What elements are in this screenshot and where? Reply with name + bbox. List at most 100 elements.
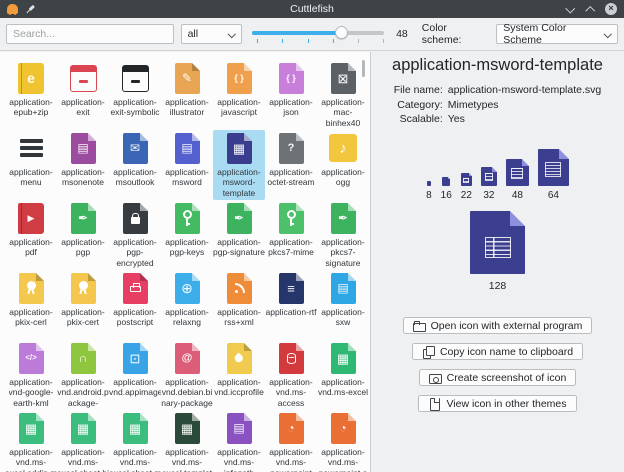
- grid-item-application-vnd.ms-access[interactable]: application- vnd.ms- access: [265, 340, 317, 410]
- grid-item-application-pkix-cert[interactable]: application- pkix-cert: [57, 270, 109, 340]
- grid-item-application-illustrator[interactable]: ✎application- illustrator: [161, 60, 213, 130]
- grid-item-application-exit-symbolic[interactable]: application- exit-symbolic: [109, 60, 161, 130]
- large-preview: 128: [470, 211, 525, 292]
- action-buttons: Open icon with external program Copy icon…: [403, 317, 593, 412]
- icon-label: application-rtf: [265, 307, 316, 317]
- clipboard-action-button[interactable]: Copy icon name to clipboard: [412, 343, 583, 360]
- grid-item-application-msword-template[interactable]: ▦application- msword- template: [213, 130, 265, 200]
- toolbar: all 48 Color scheme: System Color Scheme: [0, 18, 624, 51]
- icon-label: application- vnd.ms- excel.sheet.bi: [57, 447, 109, 472]
- close-button[interactable]: ×: [605, 3, 617, 15]
- grid-item-application-exit[interactable]: application- exit: [57, 60, 109, 130]
- icon-label: application- menu: [9, 167, 52, 188]
- icon-label: application- ogg: [321, 167, 364, 188]
- grid-item-application-pdf[interactable]: ▶application- pdf: [5, 200, 57, 270]
- grid-item-application-pkcs7-mime[interactable]: application- pkcs7-mime: [265, 200, 317, 270]
- folder-action-button[interactable]: Open icon with external program: [403, 317, 593, 334]
- size-value: 48: [396, 28, 408, 40]
- size-label: 22: [461, 190, 472, 201]
- grid-item-application-relaxng[interactable]: ⊕application- relaxng: [161, 270, 213, 340]
- grid-item-application-pgp-encrypted[interactable]: application- pgp- encrypted: [109, 200, 161, 270]
- mime-icon: @: [175, 343, 200, 374]
- icon-label: application- msoutlook: [113, 167, 156, 188]
- grid-item-application-epub+zip[interactable]: eapplication- epub+zip: [5, 60, 57, 130]
- icon-label: application- sxw: [321, 307, 364, 328]
- grid-item-application-msonenote[interactable]: ▤application- msonenote: [57, 130, 109, 200]
- window-title: Cuttlefish: [0, 3, 624, 15]
- grid-item-application-vnd.appimage[interactable]: ⊡application- vnd.appimage: [109, 340, 161, 410]
- clipboard-icon: [422, 346, 434, 358]
- slider-handle[interactable]: [335, 26, 348, 39]
- grid-item-application-vnd.iccprofile[interactable]: application- vnd.iccprofile: [213, 340, 265, 410]
- icon-label: application- json: [269, 97, 312, 118]
- grid-item-application-msword[interactable]: ▤application- msword: [161, 130, 213, 200]
- field-value: Mimetypes: [448, 99, 601, 111]
- size-label: 48: [512, 190, 523, 201]
- size-slider[interactable]: [252, 23, 384, 45]
- mime-icon: [19, 273, 44, 304]
- size-label: 8: [426, 190, 432, 201]
- camera-icon: [429, 372, 441, 384]
- grid-item-application-sxw[interactable]: ▤application- sxw: [317, 270, 369, 340]
- icon-label: application- vnd.appimage: [109, 377, 161, 398]
- mime-icon: ▶: [18, 203, 44, 234]
- grid-item-application-ogg[interactable]: ♪ application- ogg: [317, 130, 369, 200]
- grid-item-application-vnd.ms-powerpoint.a[interactable]: ◔application- vnd.ms- powerpoint.a: [317, 410, 369, 472]
- folder-icon: [413, 320, 425, 332]
- mime-icon: ✉: [123, 133, 148, 164]
- grid-item-application-vnd.ms-excel.sheet.bi[interactable]: ▦application- vnd.ms- excel.sheet.bi: [57, 410, 109, 472]
- grid-item-application-postscript[interactable]: application- postscript: [109, 270, 161, 340]
- grid-item-application-pgp[interactable]: ✒application- pgp: [57, 200, 109, 270]
- mime-icon: ✎: [175, 63, 200, 94]
- grid-item-application-vnd.android.package-[interactable]: ∩application- vnd.android.p ackage-: [57, 340, 109, 410]
- grid-item-application-vnd.ms-excel.addin.m[interactable]: ▦application- vnd.ms- excel.addin.m: [5, 410, 57, 472]
- grid-item-application-vnd.ms-powerpoint[interactable]: ◔application- vnd.ms- powerpoint: [265, 410, 317, 472]
- grid-item-application-rss+xml[interactable]: application- rss+xml: [213, 270, 265, 340]
- grid-item-application-vnd.debian.binary-package[interactable]: @application- vnd.debian.bi nary-package: [161, 340, 213, 410]
- grid-item-application-pkcs7-signature[interactable]: ✒application- pkcs7- signature: [317, 200, 369, 270]
- icon-label: application- pkcs7-mime: [268, 237, 314, 258]
- grid-item-application-pgp-keys[interactable]: application- pgp-keys: [161, 200, 213, 270]
- grid-item-application-pkix-cerl[interactable]: application- pkix-cerl: [5, 270, 57, 340]
- grid-item-application-octet-stream[interactable]: ?application- octet-stream: [265, 130, 317, 200]
- mime-icon: [70, 65, 97, 92]
- scrollbar-thumb[interactable]: [362, 60, 365, 77]
- category-dropdown[interactable]: all: [181, 24, 243, 44]
- icon-preview-32: 32: [481, 148, 497, 201]
- minimize-button[interactable]: [565, 5, 574, 14]
- grid-item-application-menu[interactable]: application- menu: [5, 130, 57, 200]
- button-label: Open icon with external program: [431, 320, 583, 332]
- maximize-button[interactable]: [585, 5, 594, 14]
- icon-label: application- octet-stream: [267, 167, 314, 188]
- mime-icon: [227, 273, 252, 304]
- camera-action-button[interactable]: Create screenshot of icon: [419, 369, 577, 386]
- grid-item-application-vnd.ms-infopath[interactable]: ▤application- vnd.ms- infopath: [213, 410, 265, 472]
- mime-icon: [20, 139, 43, 157]
- icon-label: application- pgp-signature: [213, 237, 265, 258]
- icon-label: application- vnd.ms- powerpoint.a: [319, 447, 368, 472]
- grid-item-application-vnd.ms-excel[interactable]: ▦application- vnd.ms-excel: [317, 340, 369, 410]
- selected-icon-title: application-msword-template: [392, 56, 603, 75]
- mime-icon: ▤: [175, 133, 200, 164]
- grid-item-application-rtf[interactable]: ≡application-rtf: [265, 270, 317, 340]
- mime-icon: ♪: [329, 134, 357, 162]
- grid-item-application-json[interactable]: { }application- json: [265, 60, 317, 130]
- search-input[interactable]: [6, 24, 174, 44]
- grid-item-application-pgp-signature[interactable]: ✒application- pgp-signature: [213, 200, 265, 270]
- grid-item-application-javascript[interactable]: { }application- javascript: [213, 60, 265, 130]
- grid-item-application-msoutlook[interactable]: ✉ application- msoutlook: [109, 130, 161, 200]
- icon-label: application- pkix-cerl: [9, 307, 52, 328]
- icon-label: application- vnd.ms- excel.sheet.m: [109, 447, 161, 472]
- large-preview-label: 128: [489, 280, 507, 292]
- grid-item-application-vnd.ms-excel.templat[interactable]: ▦application- vnd.ms- excel.templat: [161, 410, 213, 472]
- grid-item-application-vnd-google-earth-kml[interactable]: </>application- vnd-google- earth-kml: [5, 340, 57, 410]
- pin-icon[interactable]: [23, 2, 37, 16]
- themes-action-button[interactable]: View icon in other themes: [418, 395, 576, 412]
- field-label: File name:: [394, 84, 443, 96]
- color-scheme-dropdown[interactable]: System Color Scheme: [496, 24, 618, 44]
- mime-icon: [123, 273, 148, 304]
- icon-label: application- rss+xml: [217, 307, 260, 328]
- mime-icon: [279, 203, 304, 234]
- icon-preview-48: 48: [506, 148, 529, 201]
- grid-item-application-vnd.ms-excel.sheet.m[interactable]: ▦application- vnd.ms- excel.sheet.m: [109, 410, 161, 472]
